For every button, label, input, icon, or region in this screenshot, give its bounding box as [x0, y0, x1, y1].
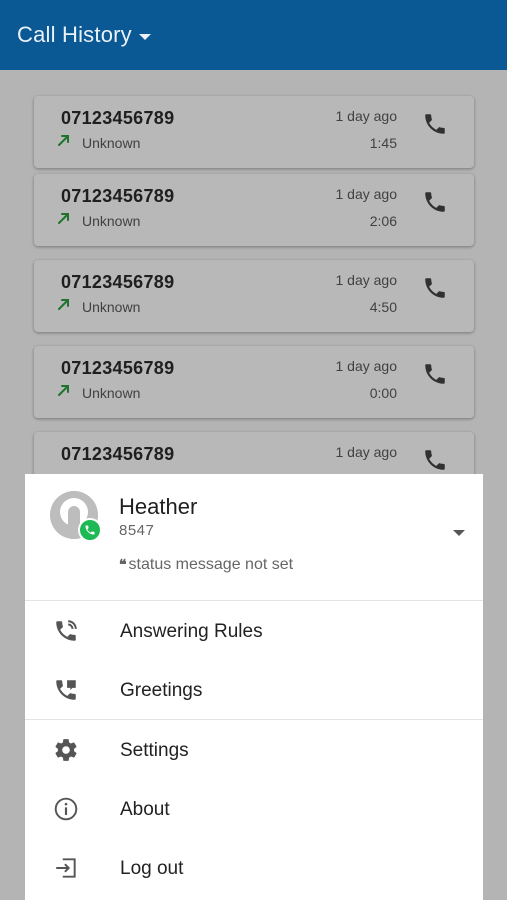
title-dropdown-icon[interactable] [138, 33, 151, 40]
menu-item-about[interactable]: About [25, 780, 483, 838]
menu-item-greetings[interactable]: Greetings [25, 661, 483, 719]
user-name: Heather [119, 494, 198, 519]
info-icon [54, 797, 78, 821]
presence-phone-icon [78, 518, 102, 542]
chevron-down-icon[interactable] [453, 530, 465, 536]
menu-item-label: Greetings [120, 680, 203, 701]
menu-item-settings[interactable]: Settings [25, 721, 483, 779]
divider [25, 719, 483, 720]
menu-item-answering-rules[interactable]: Answering Rules [25, 602, 483, 660]
menu-item-label: About [120, 799, 170, 820]
status-message-text: status message not set [128, 556, 294, 573]
menu-item-label: Answering Rules [120, 621, 263, 642]
divider [25, 600, 483, 601]
page-title[interactable]: Call History [17, 22, 132, 48]
phone-greeting-icon [56, 680, 76, 700]
menu-item-log-out[interactable]: Log out [25, 839, 483, 897]
user-extension: 8547 [119, 522, 155, 539]
gear-icon [55, 739, 77, 761]
status-message[interactable]: ❝ status message not set [119, 556, 293, 574]
menu-item-label: Settings [120, 740, 189, 761]
account-menu-sheet: Heather 8547 ❝ status message not set Ans… [25, 474, 483, 900]
logout-icon [56, 858, 76, 878]
menu-item-label: Log out [120, 858, 184, 879]
quote-icon: ❝ [119, 556, 127, 572]
profile-section[interactable]: Heather 8547 ❝ status message not set [25, 474, 483, 600]
phone-forward-icon [56, 620, 77, 641]
app-bar: Call History [0, 0, 507, 70]
